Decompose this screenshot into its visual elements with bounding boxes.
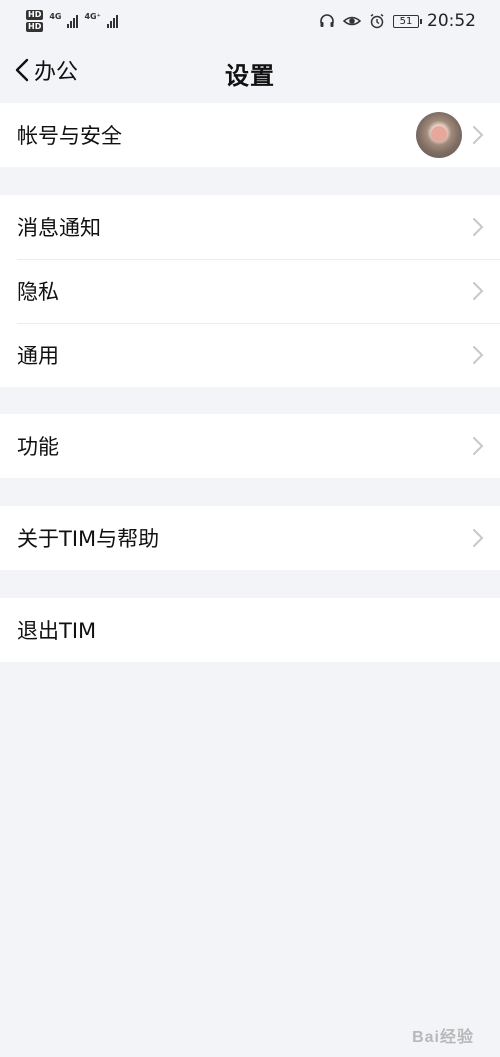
headphones-icon xyxy=(320,14,334,27)
clock-time: 20:52 xyxy=(427,11,476,31)
row-label: 消息通知 xyxy=(17,216,101,240)
status-bar: HD HD 4G 4G⁺ 51 20:52 xyxy=(0,0,500,42)
chevron-right-icon xyxy=(473,437,484,455)
chevron-right-icon xyxy=(473,346,484,364)
nav-bar: 办公 设置 xyxy=(0,42,500,102)
avatar xyxy=(416,112,462,158)
row-logout[interactable]: 退出TIM xyxy=(0,598,500,662)
settings-group-logout: 退出TIM xyxy=(0,598,500,662)
chevron-right-icon xyxy=(473,282,484,300)
page-title: 设置 xyxy=(225,62,275,90)
row-label: 帐号与安全 xyxy=(17,124,122,148)
network-label-1: 4G xyxy=(49,12,62,21)
status-right: 51 20:52 xyxy=(319,11,476,31)
row-label: 关于TIM与帮助 xyxy=(17,527,160,551)
settings-group-account: 帐号与安全 xyxy=(0,103,500,167)
row-account-security[interactable]: 帐号与安全 xyxy=(0,103,500,167)
row-notifications[interactable]: 消息通知 xyxy=(0,195,500,259)
signal-icon-2 xyxy=(106,14,118,28)
status-left: HD HD 4G 4G⁺ xyxy=(26,10,118,32)
row-about-help[interactable]: 关于TIM与帮助 xyxy=(0,506,500,570)
battery-icon: 51 xyxy=(393,14,422,28)
settings-screen: HD HD 4G 4G⁺ 51 20:52 办公 设置 帐号与安全 消息通知 隐… xyxy=(0,0,500,1057)
hd-badge-1: HD xyxy=(26,10,44,20)
eye-icon xyxy=(343,16,361,26)
chevron-right-icon xyxy=(473,218,484,236)
watermark: Bai经验 xyxy=(412,1029,474,1046)
hd-badges: HD HD xyxy=(26,10,44,32)
row-label: 隐私 xyxy=(17,280,59,304)
signal-icon-1 xyxy=(67,14,79,28)
row-label: 通用 xyxy=(17,344,59,368)
settings-group-features: 功能 xyxy=(0,414,500,478)
hd-badge-2: HD xyxy=(26,22,44,32)
settings-group-general: 消息通知 隐私 通用 xyxy=(0,195,500,387)
row-features[interactable]: 功能 xyxy=(0,414,500,478)
network-label-2: 4G⁺ xyxy=(84,12,101,21)
row-privacy[interactable]: 隐私 xyxy=(0,259,500,323)
row-general[interactable]: 通用 xyxy=(0,323,500,387)
alarm-icon xyxy=(370,13,384,29)
chevron-right-icon xyxy=(473,529,484,547)
settings-group-about: 关于TIM与帮助 xyxy=(0,506,500,570)
chevron-right-icon xyxy=(473,126,484,144)
row-label: 退出TIM xyxy=(17,619,97,643)
row-label: 功能 xyxy=(17,435,59,459)
